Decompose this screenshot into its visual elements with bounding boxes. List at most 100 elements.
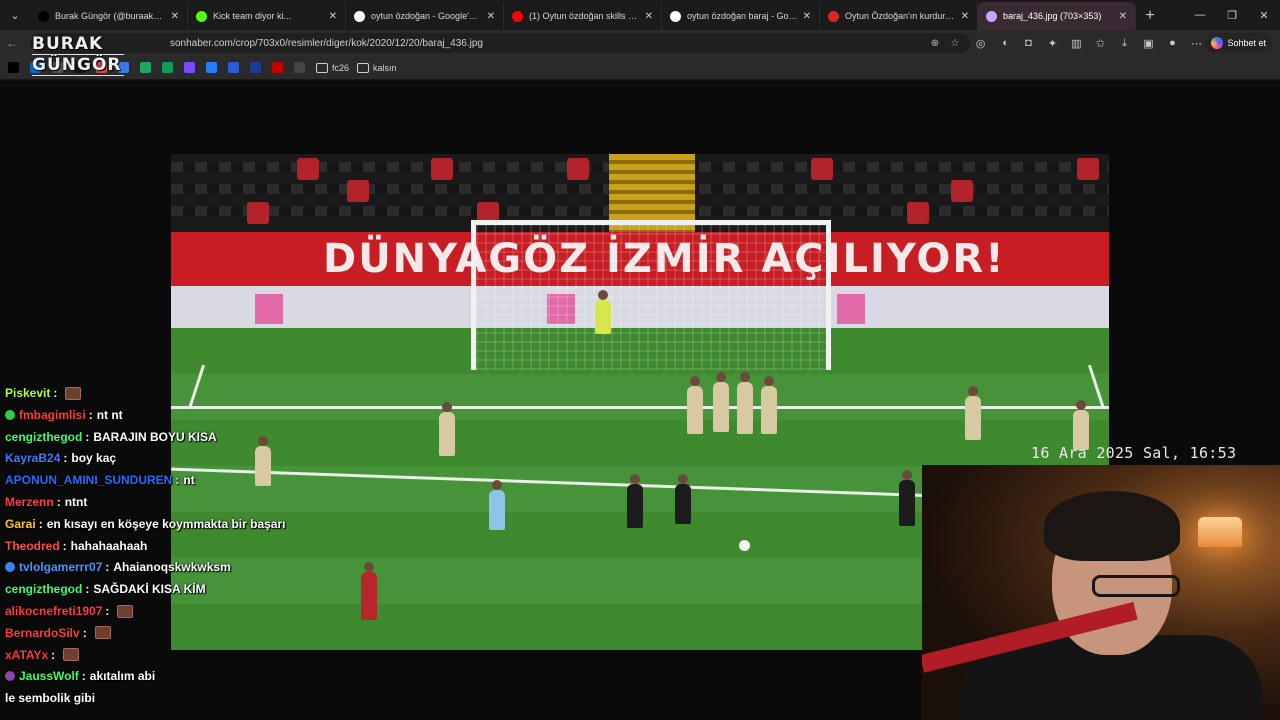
close-tab-icon[interactable]: ✕: [329, 11, 337, 22]
news-icon: [828, 10, 839, 22]
browser-tab[interactable]: baraj_436.jpg (703×353) ✕: [978, 2, 1136, 30]
chat-separator: :: [63, 451, 68, 466]
browser-toolbar: ← sonhaber.com/crop/703x0/resimler/diger…: [0, 30, 1280, 56]
bookmark-item[interactable]: [206, 60, 220, 76]
chat-text: nt nt: [96, 407, 123, 422]
chat-text: nt: [183, 473, 195, 488]
chat-username[interactable]: JaussWolf: [19, 669, 79, 683]
goalkeeper: [595, 290, 611, 334]
bookmark-item[interactable]: kalsın: [357, 60, 397, 76]
restore-icon[interactable]: ❐: [1216, 0, 1248, 30]
chat-username[interactable]: tvlolgamerrr07: [19, 560, 102, 574]
chat-username[interactable]: APONUN_AMINI_SUNDUREN: [5, 473, 172, 487]
tab-strip: ⌄ Burak Güngör (@buraakgungor) / X✕Kick …: [0, 0, 1280, 30]
minimize-icon[interactable]: —: [1184, 0, 1216, 30]
lamp: [1198, 517, 1242, 547]
window-controls: — ❐ ✕: [1184, 0, 1280, 30]
copilot-chat-button[interactable]: Sohbet et: [1205, 33, 1272, 53]
bookmark-item[interactable]: [184, 60, 198, 76]
google-icon: [354, 10, 365, 22]
chat-username[interactable]: Merzenn: [5, 495, 54, 509]
collections-icon[interactable]: ▣: [1140, 34, 1157, 52]
chat-username[interactable]: Piskevit: [5, 386, 50, 400]
chat-message: cengizthegod: SAĞDAKİ KISA KİM: [5, 582, 206, 596]
bookmark-item[interactable]: [140, 60, 154, 76]
app-icon: [162, 62, 173, 73]
favorites-icon[interactable]: ✩: [1092, 34, 1109, 52]
close-tab-icon[interactable]: ✕: [171, 11, 179, 22]
close-tab-icon[interactable]: ✕: [645, 11, 653, 22]
chat-username[interactable]: Theodred: [5, 539, 60, 553]
more-options-icon[interactable]: ⋯: [1188, 34, 1205, 52]
extensions-bar: ◎ ◖ ◘ ✦ ▥ ✩ ⤓ ▣ ● ⋯: [972, 34, 1205, 52]
close-tab-icon[interactable]: ✕: [487, 11, 495, 22]
stream-chat: Piskevit: fmbagimlisi: nt nt cengizthegod: B…: [0, 364, 300, 720]
chat-separator: :: [51, 647, 56, 662]
bookmark-item[interactable]: [272, 60, 286, 76]
chat-separator: :: [85, 582, 90, 597]
split-screen-icon[interactable]: ▥: [1068, 34, 1085, 52]
copilot-label: Sohbet et: [1227, 38, 1266, 48]
chat-message: APONUN_AMINI_SUNDUREN: nt: [5, 473, 195, 487]
chat-username[interactable]: cengizthegod: [5, 430, 82, 444]
chat-badge-icon: [5, 671, 15, 682]
bookmark-item[interactable]: [8, 60, 22, 76]
chat-separator: :: [62, 538, 67, 553]
back-icon[interactable]: ←: [0, 32, 24, 54]
browser-tab[interactable]: Kick team diyor ki... ✕: [188, 2, 346, 30]
chat-username[interactable]: alikocnefreti1907: [5, 604, 102, 618]
chat-message: BernardoSilv:: [5, 626, 111, 640]
browser-tab[interactable]: Burak Güngör (@buraakgungor) / X ✕: [30, 2, 188, 30]
defender: [439, 402, 455, 456]
bookmark-item[interactable]: [162, 60, 176, 76]
downloads-icon[interactable]: ⤓: [1116, 34, 1133, 52]
wall-player: [713, 372, 729, 432]
chat-message: KayraB24: boy kaç: [5, 451, 116, 465]
folder-icon: [316, 62, 328, 73]
chat-username[interactable]: KayraB24: [5, 451, 60, 465]
chat-separator: :: [38, 516, 43, 531]
chat-username[interactable]: Garai: [5, 517, 36, 531]
bookmark-item[interactable]: fc26: [316, 60, 349, 76]
chat-username[interactable]: BernardoSilv: [5, 626, 80, 640]
bookmark-item[interactable]: [294, 60, 308, 76]
chat-text: SAĞDAKİ KISA KİM: [93, 582, 206, 597]
chat-username[interactable]: cengizthegod: [5, 582, 82, 596]
zoom-icon[interactable]: ⊕: [928, 34, 942, 52]
browser-tab[interactable]: oytun özdoğan baraj - Google'da ✕: [662, 2, 820, 30]
chat-separator: :: [175, 473, 180, 488]
wall-player: [737, 372, 753, 434]
browser-tab[interactable]: (1) Oytun özdoğan skills g'angsta ✕: [504, 2, 662, 30]
chat-separator: :: [88, 407, 93, 422]
extensions-icon[interactable]: ✦: [1044, 34, 1061, 52]
tab-actions-chevron-icon[interactable]: ⌄: [2, 2, 28, 28]
bookmark-item[interactable]: [250, 60, 264, 76]
bookmarks-bar: fc26 kalsın: [0, 56, 1280, 80]
app-icon: [206, 62, 217, 73]
bookmark-item[interactable]: [228, 60, 242, 76]
profile-avatar-icon[interactable]: ●: [1164, 34, 1181, 52]
chat-text: hahahaahaah: [70, 538, 148, 553]
close-tab-icon[interactable]: ✕: [803, 11, 811, 22]
browser-tab[interactable]: Oytun Özdoğan'ın kurdurduğu ba ✕: [820, 2, 978, 30]
close-tab-icon[interactable]: ✕: [1119, 11, 1127, 22]
chat-emote-icon: [65, 386, 82, 400]
app-icon: [294, 62, 305, 73]
chat-username[interactable]: fmbagimlisi: [19, 408, 86, 422]
read-aloud-icon[interactable]: ◎: [972, 34, 989, 52]
close-window-icon[interactable]: ✕: [1248, 0, 1280, 30]
attacker: [361, 562, 377, 620]
tab-title: baraj_436.jpg (703×353): [1003, 11, 1102, 21]
chat-username[interactable]: xATAYx: [5, 648, 48, 662]
chat-message: Merzenn: ntnt: [5, 495, 87, 509]
attacker: [627, 474, 643, 528]
screenshot-icon[interactable]: ◘: [1020, 34, 1037, 52]
audio-icon[interactable]: ◖: [996, 34, 1013, 52]
x-icon: [8, 62, 19, 73]
new-tab-button[interactable]: +: [1136, 2, 1164, 30]
chat-message: JaussWolf: akıtalım abi: [5, 669, 155, 683]
browser-tab[interactable]: oytun özdoğan - Google'da Ara ✕: [346, 2, 504, 30]
close-tab-icon[interactable]: ✕: [961, 11, 969, 22]
favorite-star-icon[interactable]: ☆: [948, 34, 962, 52]
address-bar[interactable]: sonhaber.com/crop/703x0/resimler/diger/k…: [30, 33, 970, 53]
